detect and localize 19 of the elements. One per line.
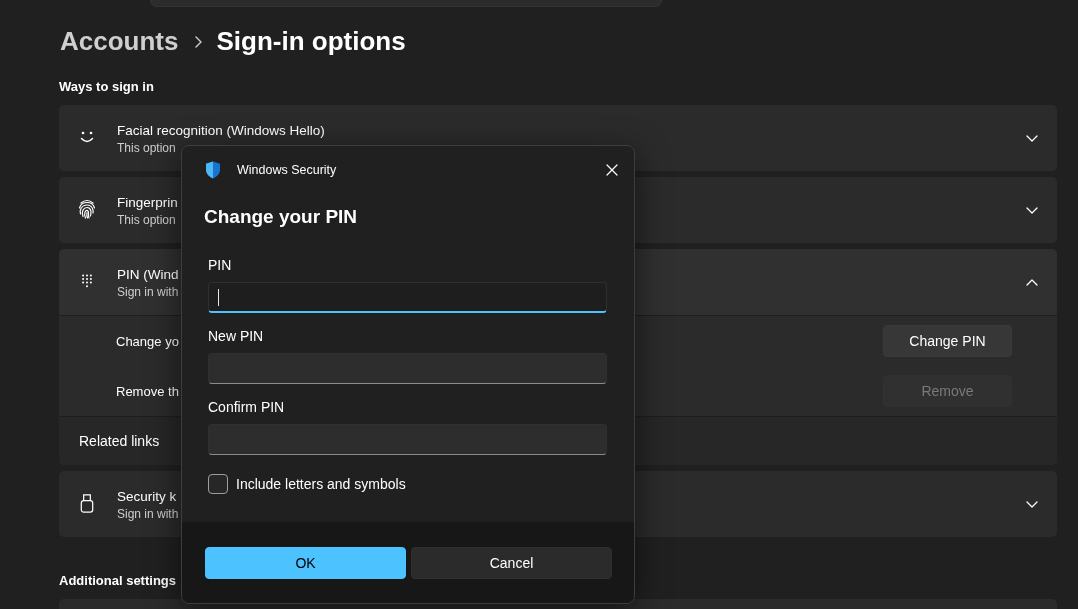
breadcrumb-item: Sign-in options xyxy=(216,25,406,58)
setting-label: Change yo xyxy=(116,333,179,349)
setting-label: Remove th xyxy=(116,383,179,399)
section-heading: Additional settings xyxy=(59,572,176,590)
option-title: Security k xyxy=(117,488,177,506)
section-heading: Ways to sign in xyxy=(59,78,154,96)
option-description: Sign in with xyxy=(117,284,179,300)
option-description: Sign in with xyxy=(117,506,179,522)
dialog-title: Change your PIN xyxy=(204,205,358,229)
checkbox-label: Include letters and symbols xyxy=(236,476,406,492)
option-description: This option xyxy=(117,140,176,156)
option-title: PIN (Wind xyxy=(117,266,179,284)
field-label: PIN xyxy=(208,256,232,275)
option-title: Facial recognition (Windows Hello) xyxy=(117,122,325,140)
field-label: Confirm PIN xyxy=(208,398,285,417)
option-description: This option xyxy=(117,212,176,228)
related-links-label: Related links xyxy=(79,433,160,449)
option-title: Fingerprin xyxy=(117,194,178,212)
field-label: New PIN xyxy=(208,327,264,346)
